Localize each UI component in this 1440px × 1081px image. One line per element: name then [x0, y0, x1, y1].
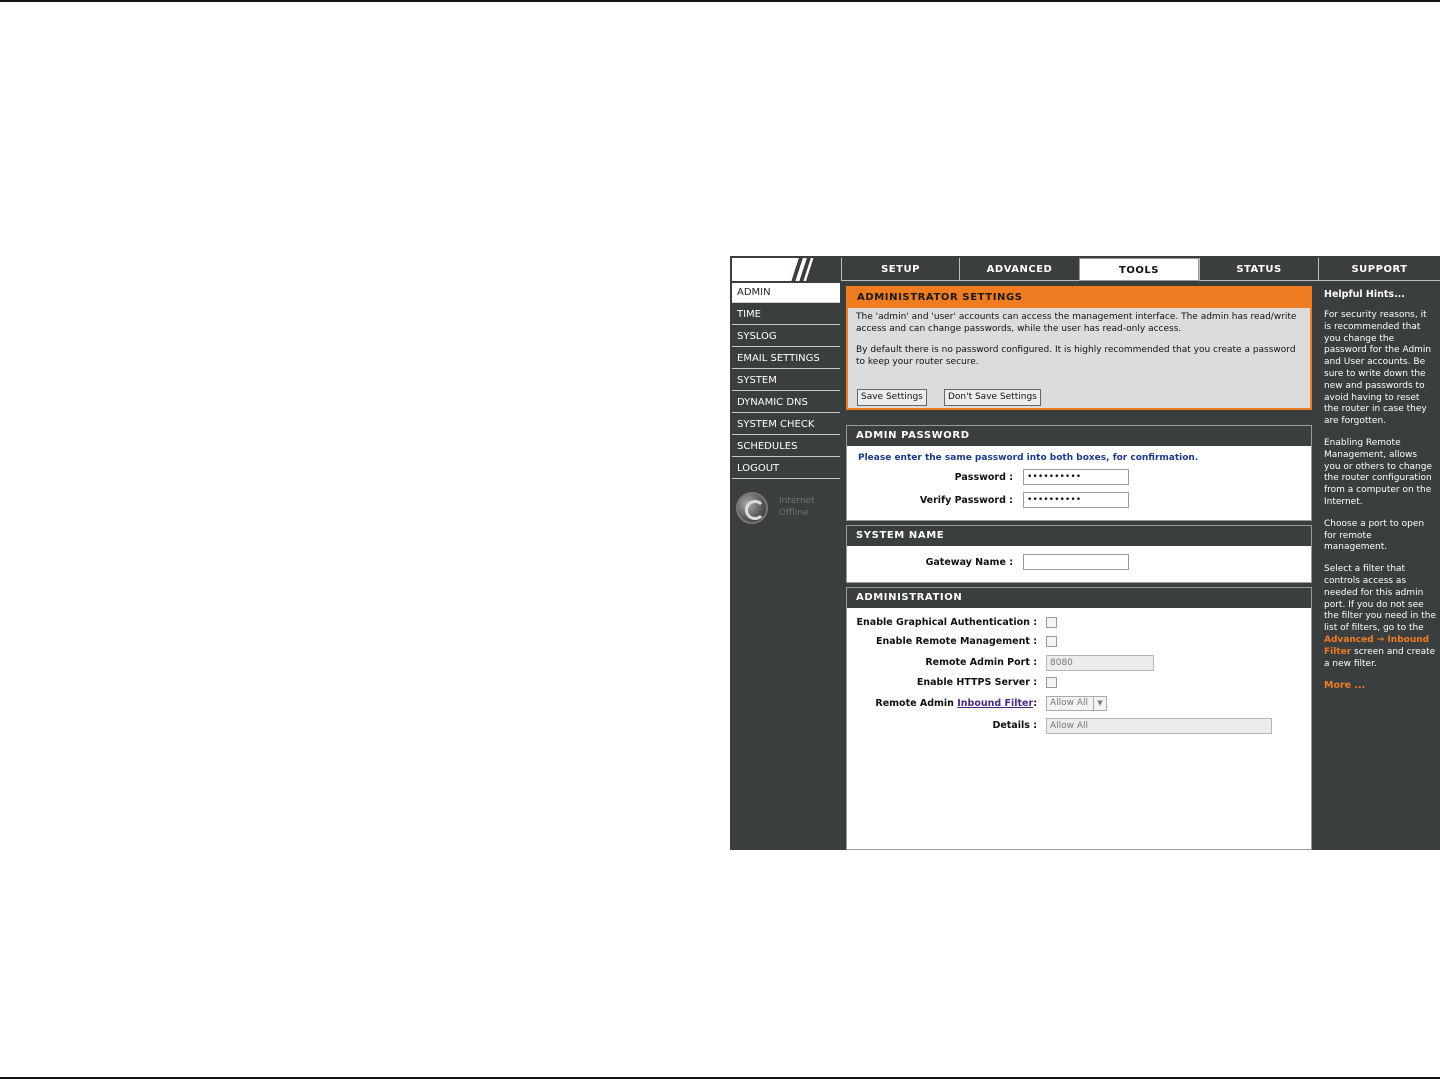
inbound-filter-row: Remote Admin Inbound Filter: Allow All ▼ [847, 695, 1313, 713]
tab-advanced[interactable]: ADVANCED [959, 258, 1079, 281]
sidebar-menu: ADMIN TIME SYSLOG EMAIL SETTINGS SYSTEM … [732, 283, 840, 481]
sidebar-item-system[interactable]: SYSTEM [732, 371, 840, 391]
password-instruction: Please enter the same password into both… [858, 453, 1199, 463]
https-server-label: Enable HTTPS Server : [916, 677, 1037, 688]
verify-password-label: Verify Password : [919, 495, 1013, 506]
remote-management-row: Enable Remote Management : [847, 633, 1313, 651]
hint-remote-management: Enabling Remote Management, allows you o… [1324, 437, 1433, 507]
graphical-auth-checkbox[interactable] [1046, 617, 1057, 628]
hint-remote-port: Choose a port to open for remote managem… [1324, 518, 1425, 553]
inbound-filter-label-colon: : [1033, 698, 1037, 709]
internet-status-text: Internet Offline [779, 495, 815, 519]
details-row: Details : Allow All [847, 717, 1313, 735]
remote-port-input[interactable]: 8080 [1046, 655, 1154, 671]
details-label: Details : [992, 720, 1037, 731]
save-settings-button[interactable]: Save Settings [857, 389, 927, 406]
brand-logo [732, 258, 840, 281]
default-password-paragraph: By default there is no password configur… [856, 345, 1296, 367]
https-server-row: Enable HTTPS Server : [847, 674, 1313, 692]
sidebar-item-logout[interactable]: LOGOUT [732, 459, 840, 479]
logo-dark-wedge [806, 258, 840, 281]
status-line-internet: Internet [779, 496, 815, 506]
support-hints-column: Helpful Hints... For security reasons, i… [1318, 283, 1440, 850]
password-label: Password : [954, 472, 1013, 483]
gateway-name-input[interactable] [1023, 554, 1129, 570]
inbound-filter-label-prefix: Remote Admin [875, 698, 954, 709]
hint-filter-text: Select a filter that controls access as … [1324, 564, 1437, 634]
admin-accounts-paragraph: The 'admin' and 'user' accounts can acce… [856, 312, 1297, 334]
admin-password-panel: ADMIN PASSWORD Please enter the same pas… [846, 425, 1312, 521]
hint-security: For security reasons, it is recommended … [1324, 310, 1432, 427]
administrator-settings-panel: ADMINISTRATOR SETTINGS The 'admin' and '… [846, 286, 1312, 410]
sidebar-item-schedules[interactable]: SCHEDULES [732, 437, 840, 457]
verify-password-row: Verify Password : •••••••••• [847, 492, 1313, 510]
inbound-filter-label: Remote Admin Inbound Filter: [875, 695, 1037, 713]
password-row: Password : •••••••••• [847, 469, 1313, 487]
inbound-filter-link[interactable]: Inbound Filter [957, 698, 1033, 709]
administration-title: ADMINISTRATION [847, 588, 1311, 608]
details-field: Allow All [1046, 718, 1272, 734]
tab-status[interactable]: STATUS [1199, 258, 1318, 281]
gateway-name-row: Gateway Name : [847, 554, 1313, 572]
chevron-down-icon[interactable]: ▼ [1093, 697, 1106, 710]
remote-port-row: Remote Admin Port : 8080 [847, 654, 1313, 672]
tab-setup[interactable]: SETUP [841, 258, 959, 281]
page-bottom-rule [0, 1077, 1440, 1079]
remote-management-label: Enable Remote Management : [876, 636, 1037, 647]
inbound-filter-select[interactable]: Allow All ▼ [1046, 696, 1107, 711]
tab-tools[interactable]: TOOLS [1079, 258, 1199, 281]
settings-button-row: Save Settings Don't Save Settings [857, 384, 1053, 406]
password-input[interactable]: •••••••••• [1023, 469, 1129, 485]
graphical-auth-label: Enable Graphical Authentication : [856, 617, 1037, 628]
more-hints-link[interactable]: More ... [1318, 680, 1440, 691]
administrator-settings-description: The 'admin' and 'user' accounts can acce… [848, 308, 1310, 368]
remote-port-label: Remote Admin Port : [925, 657, 1037, 668]
verify-password-input[interactable]: •••••••••• [1023, 492, 1129, 508]
globe-icon [736, 492, 768, 524]
administration-panel: ADMINISTRATION Enable Graphical Authenti… [846, 587, 1312, 850]
hint-inbound-filter: Select a filter that controls access as … [1318, 564, 1440, 670]
status-line-offline: Offline [779, 508, 809, 518]
administrator-settings-title: ADMINISTRATOR SETTINGS [848, 288, 1310, 308]
sidebar-item-email-settings[interactable]: EMAIL SETTINGS [732, 349, 840, 369]
gateway-name-label: Gateway Name : [925, 557, 1013, 568]
router-admin-ui: SETUP ADVANCED TOOLS STATUS SUPPORT ADMI… [730, 256, 1440, 850]
sidebar-item-time[interactable]: TIME [732, 305, 840, 325]
tab-support[interactable]: SUPPORT [1318, 258, 1440, 281]
system-name-panel: SYSTEM NAME Gateway Name : [846, 525, 1312, 583]
page-top-rule [0, 0, 1440, 2]
sidebar-item-dynamic-dns[interactable]: DYNAMIC DNS [732, 393, 840, 413]
main-content: ADMINISTRATOR SETTINGS The 'admin' and '… [846, 286, 1312, 850]
inbound-filter-selected-value: Allow All [1050, 698, 1089, 708]
top-navigation: SETUP ADVANCED TOOLS STATUS SUPPORT [841, 258, 1440, 281]
system-name-title: SYSTEM NAME [847, 526, 1311, 546]
admin-password-title: ADMIN PASSWORD [847, 426, 1311, 446]
dont-save-settings-button[interactable]: Don't Save Settings [943, 389, 1041, 406]
https-server-checkbox[interactable] [1046, 677, 1057, 688]
sidebar-item-system-check[interactable]: SYSTEM CHECK [732, 415, 840, 435]
internet-status: Internet Offline [736, 492, 836, 528]
helpful-hints-title: Helpful Hints... [1324, 289, 1405, 300]
sidebar-item-syslog[interactable]: SYSLOG [732, 327, 840, 347]
remote-management-checkbox[interactable] [1046, 636, 1057, 647]
sidebar-item-admin[interactable]: ADMIN [732, 283, 840, 303]
graphical-auth-row: Enable Graphical Authentication : [847, 614, 1313, 632]
